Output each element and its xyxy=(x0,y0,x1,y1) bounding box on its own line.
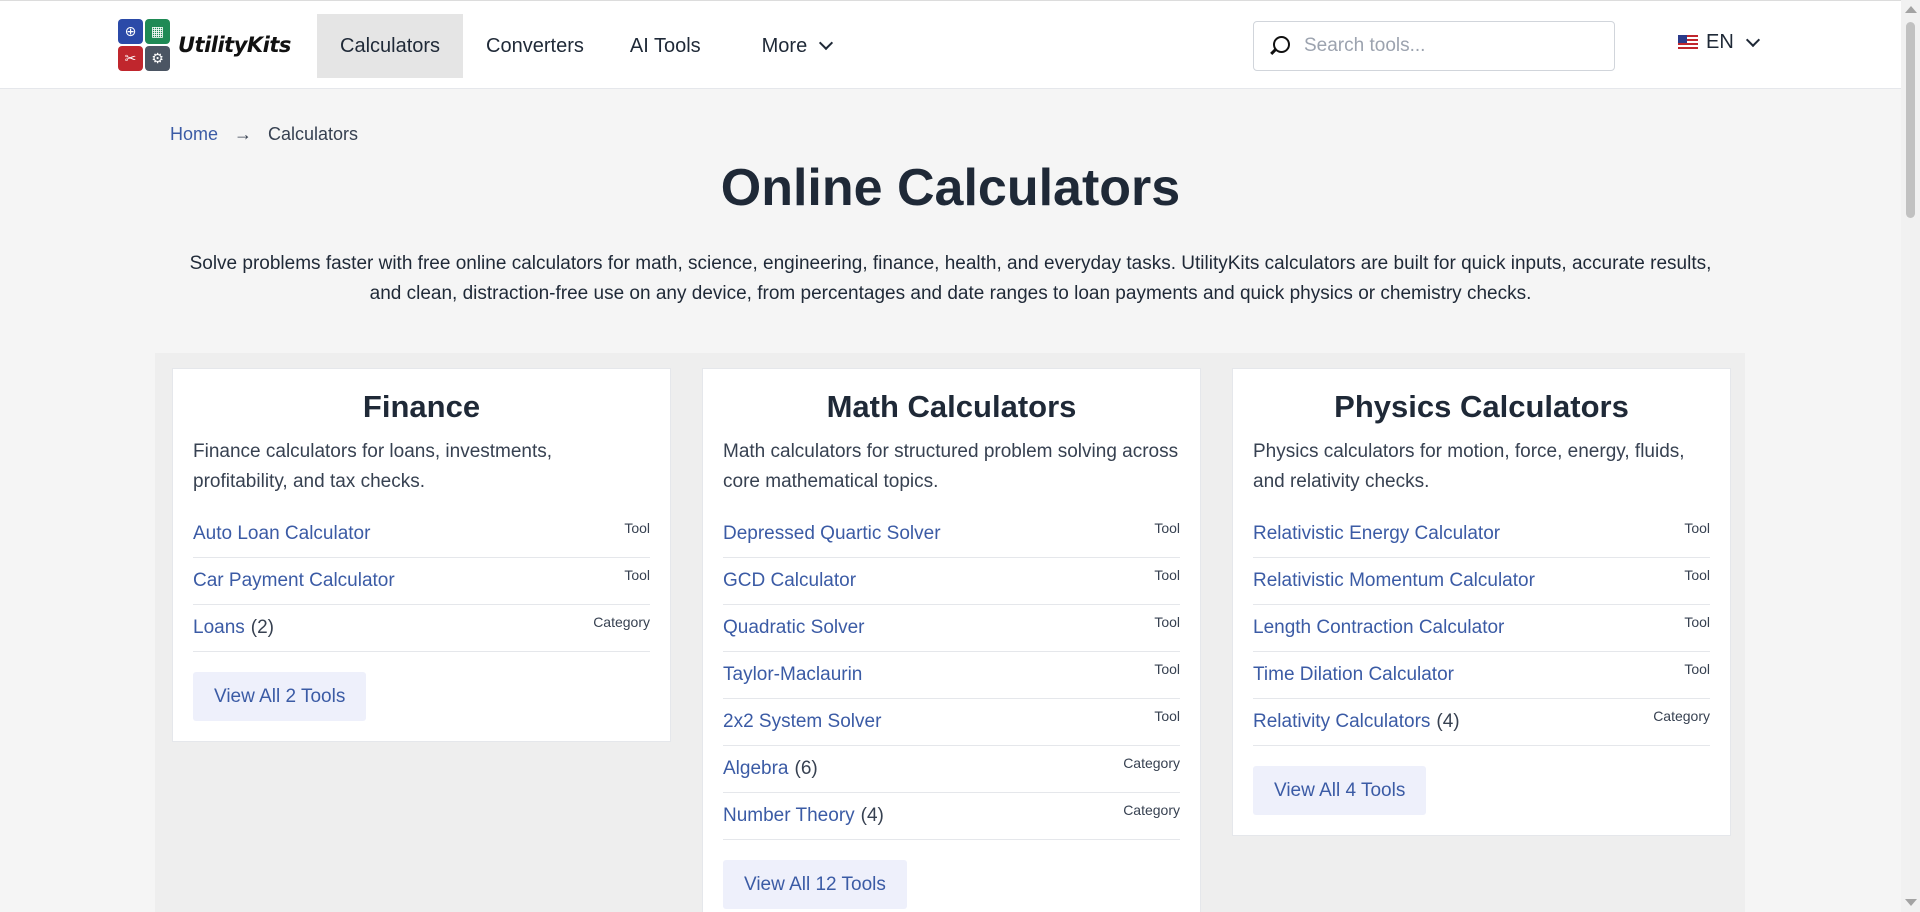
list-item: Auto Loan Calculator Tool xyxy=(193,511,650,558)
card-physics: Physics Calculators Physics calculators … xyxy=(1232,368,1731,836)
item-type-tag: Tool xyxy=(1684,661,1710,677)
item-type-tag: Category xyxy=(1123,755,1180,771)
card-list: Auto Loan Calculator Tool Car Payment Ca… xyxy=(193,511,650,652)
nav-ai-tools[interactable]: AI Tools xyxy=(607,14,724,78)
item-type-tag: Tool xyxy=(1154,661,1180,677)
search-box[interactable] xyxy=(1253,21,1615,71)
view-all-button[interactable]: View All 2 Tools xyxy=(193,672,367,721)
tool-link[interactable]: Time Dilation Calculator xyxy=(1253,664,1454,685)
item-type-tag: Tool xyxy=(1684,520,1710,536)
tool-link[interactable]: Car Payment Calculator xyxy=(193,570,395,591)
nav-more[interactable]: More xyxy=(724,14,855,78)
breadcrumb: Home → Calculators xyxy=(170,124,358,145)
scrollbar[interactable] xyxy=(1901,0,1920,912)
logo-grid-icon: ▦ xyxy=(145,19,170,44)
page-title: Online Calculators xyxy=(720,159,1181,217)
card-description: Physics calculators for motion, force, e… xyxy=(1253,441,1685,492)
card-description: Math calculators for structured problem … xyxy=(723,441,1179,492)
brand-name: UtilityKits xyxy=(178,33,291,57)
logo[interactable]: ⊕ ▦ ✂ ⚙ UtilityKits xyxy=(118,19,291,71)
card-math: Math Calculators Math calculators for st… xyxy=(702,368,1201,912)
category-link[interactable]: Algebra xyxy=(723,758,789,779)
list-item: Taylor-Maclaurin Tool xyxy=(723,652,1180,699)
tool-link[interactable]: Relativistic Energy Calculator xyxy=(1253,523,1500,544)
chevron-down-icon xyxy=(1745,32,1760,47)
item-type-tag: Category xyxy=(593,614,650,630)
language-selector[interactable]: EN xyxy=(1678,31,1760,54)
nav-converters[interactable]: Converters xyxy=(463,14,607,78)
item-type-tag: Tool xyxy=(624,567,650,583)
category-link[interactable]: Loans xyxy=(193,617,245,638)
list-item: Relativistic Energy Calculator Tool xyxy=(1253,511,1710,558)
logo-mark: ⊕ ▦ ✂ ⚙ xyxy=(118,19,170,71)
site-header: ⊕ ▦ ✂ ⚙ UtilityKits Calculators Converte… xyxy=(0,0,1901,89)
scroll-down-arrow-icon[interactable] xyxy=(1905,899,1917,906)
item-type-tag: Tool xyxy=(1684,614,1710,630)
logo-scissors-icon: ✂ xyxy=(118,46,143,71)
item-count: (4) xyxy=(860,805,884,826)
logo-gear-icon: ⚙ xyxy=(145,46,170,71)
list-item: Algebra (6) Category xyxy=(723,746,1180,793)
list-item: Quadratic Solver Tool xyxy=(723,605,1180,652)
list-item: GCD Calculator Tool xyxy=(723,558,1180,605)
tool-link[interactable]: Depressed Quartic Solver xyxy=(723,523,941,544)
tool-link[interactable]: Quadratic Solver xyxy=(723,617,865,638)
scrollbar-thumb[interactable] xyxy=(1906,22,1915,218)
card-title: Physics Calculators xyxy=(1334,389,1629,424)
list-item: Car Payment Calculator Tool xyxy=(193,558,650,605)
item-type-tag: Tool xyxy=(1154,708,1180,724)
search-icon xyxy=(1268,35,1290,57)
item-type-tag: Tool xyxy=(1154,567,1180,583)
item-count: (4) xyxy=(1436,711,1460,732)
item-type-tag: Tool xyxy=(1154,614,1180,630)
list-item: Loans (2) Category xyxy=(193,605,650,652)
breadcrumb-home[interactable]: Home xyxy=(170,124,218,145)
list-item: Number Theory (4) Category xyxy=(723,793,1180,840)
card-list: Relativistic Energy Calculator Tool Rela… xyxy=(1253,511,1710,746)
list-item: Length Contraction Calculator Tool xyxy=(1253,605,1710,652)
tool-link[interactable]: 2x2 System Solver xyxy=(723,711,881,732)
card-description: Finance calculators for loans, investmen… xyxy=(193,441,553,492)
list-item: Depressed Quartic Solver Tool xyxy=(723,511,1180,558)
category-link[interactable]: Relativity Calculators xyxy=(1253,711,1430,732)
chevron-down-icon xyxy=(819,35,834,51)
tool-link[interactable]: Length Contraction Calculator xyxy=(1253,617,1504,638)
card-finance: Finance Finance calculators for loans, i… xyxy=(172,368,671,742)
nav-calculators[interactable]: Calculators xyxy=(317,14,464,78)
item-type-tag: Category xyxy=(1123,802,1180,818)
logo-calculator-icon: ⊕ xyxy=(118,19,143,44)
item-count: (6) xyxy=(794,758,818,779)
view-all-button[interactable]: View All 4 Tools xyxy=(1253,766,1427,815)
nav-more-label: More xyxy=(761,34,808,57)
category-cards: Finance Finance calculators for loans, i… xyxy=(155,353,1745,912)
item-type-tag: Tool xyxy=(1154,520,1180,536)
tool-link[interactable]: Relativistic Momentum Calculator xyxy=(1253,570,1535,591)
language-label: EN xyxy=(1706,31,1734,53)
card-list: Depressed Quartic Solver Tool GCD Calcul… xyxy=(723,511,1180,840)
category-link[interactable]: Number Theory xyxy=(723,805,855,826)
list-item: Time Dilation Calculator Tool xyxy=(1253,652,1710,699)
list-item: Relativity Calculators (4) Category xyxy=(1253,699,1710,746)
tool-link[interactable]: Auto Loan Calculator xyxy=(193,523,370,544)
scroll-up-arrow-icon[interactable] xyxy=(1905,6,1917,13)
search-input[interactable] xyxy=(1304,35,1604,57)
breadcrumb-current: Calculators xyxy=(268,124,359,144)
list-item: Relativistic Momentum Calculator Tool xyxy=(1253,558,1710,605)
main-nav: Calculators Converters AI Tools More xyxy=(317,14,854,78)
view-all-button[interactable]: View All 12 Tools xyxy=(723,860,907,909)
item-type-tag: Category xyxy=(1653,708,1710,724)
card-title: Finance xyxy=(362,389,481,424)
us-flag-icon xyxy=(1678,35,1698,50)
tool-link[interactable]: GCD Calculator xyxy=(723,570,856,591)
tool-link[interactable]: Taylor-Maclaurin xyxy=(723,664,862,685)
breadcrumb-arrow-icon: → xyxy=(234,124,253,144)
item-type-tag: Tool xyxy=(1684,567,1710,583)
card-title: Math Calculators xyxy=(826,389,1077,424)
item-count: (2) xyxy=(250,617,275,638)
list-item: 2x2 System Solver Tool xyxy=(723,699,1180,746)
page-intro: Solve problems faster with free online c… xyxy=(189,253,1712,304)
item-type-tag: Tool xyxy=(624,520,650,536)
